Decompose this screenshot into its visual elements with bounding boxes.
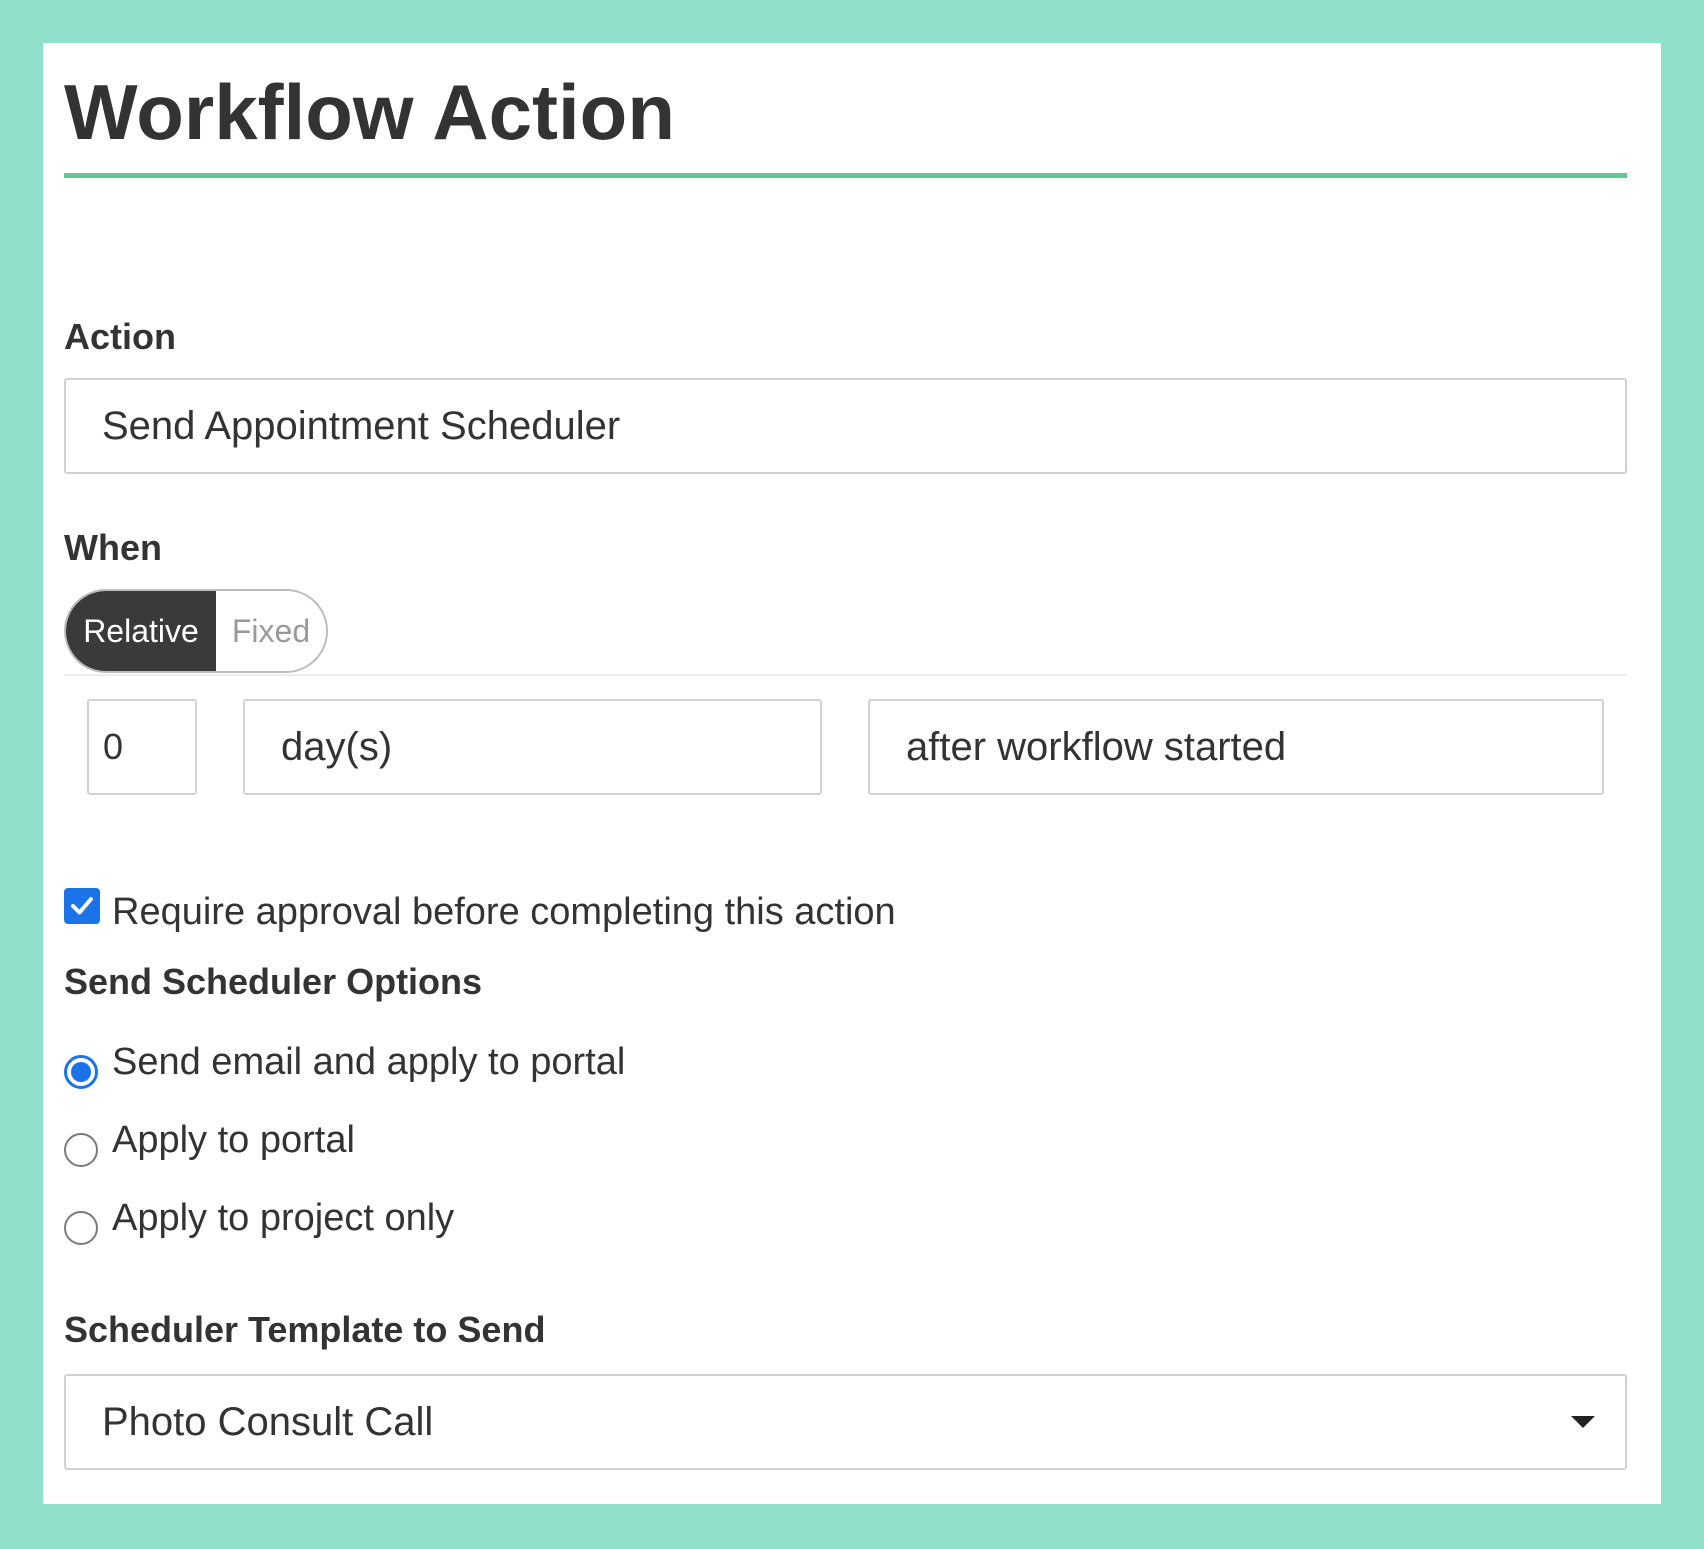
radio-apply-to-portal[interactable] [64,1133,98,1167]
title-underline [64,173,1627,178]
action-label: Action [64,316,176,357]
toggle-fixed[interactable]: Fixed [216,591,326,671]
unit-field[interactable]: day(s) [243,699,822,795]
radio-send-email-and-portal[interactable] [64,1055,98,1089]
option-apply-to-project-only: Apply to project only [112,1197,455,1239]
when-divider [64,674,1627,676]
require-approval-checkbox[interactable] [64,888,100,924]
template-select-value: Photo Consult Call [102,1399,434,1444]
option-apply-to-portal: Apply to portal [112,1119,355,1161]
workflow-action-panel: Workflow Action Action Send Appointment … [43,43,1661,1504]
require-approval-label: Require approval before completing this … [112,891,896,933]
scheduler-options-label: Send Scheduler Options [64,961,483,1002]
template-label: Scheduler Template to Send [64,1309,546,1350]
when-label: When [64,527,162,568]
anchor-value: after workflow started [906,724,1287,769]
option-send-email-and-portal: Send email and apply to portal [112,1041,626,1083]
checkmark-icon [71,897,93,915]
chevron-down-icon [1571,1416,1595,1428]
anchor-field[interactable]: after workflow started [868,699,1604,795]
when-mode-toggle[interactable]: Relative Fixed [64,589,328,673]
template-select[interactable]: Photo Consult Call [64,1374,1627,1470]
radio-apply-to-project-only[interactable] [64,1211,98,1245]
action-field[interactable]: Send Appointment Scheduler [64,378,1627,474]
amount-input[interactable]: 0 [87,699,197,795]
unit-value: day(s) [281,724,393,769]
toggle-relative[interactable]: Relative [66,591,216,671]
amount-value: 0 [103,726,124,767]
action-field-value: Send Appointment Scheduler [102,403,621,448]
page-title: Workflow Action [64,68,675,156]
